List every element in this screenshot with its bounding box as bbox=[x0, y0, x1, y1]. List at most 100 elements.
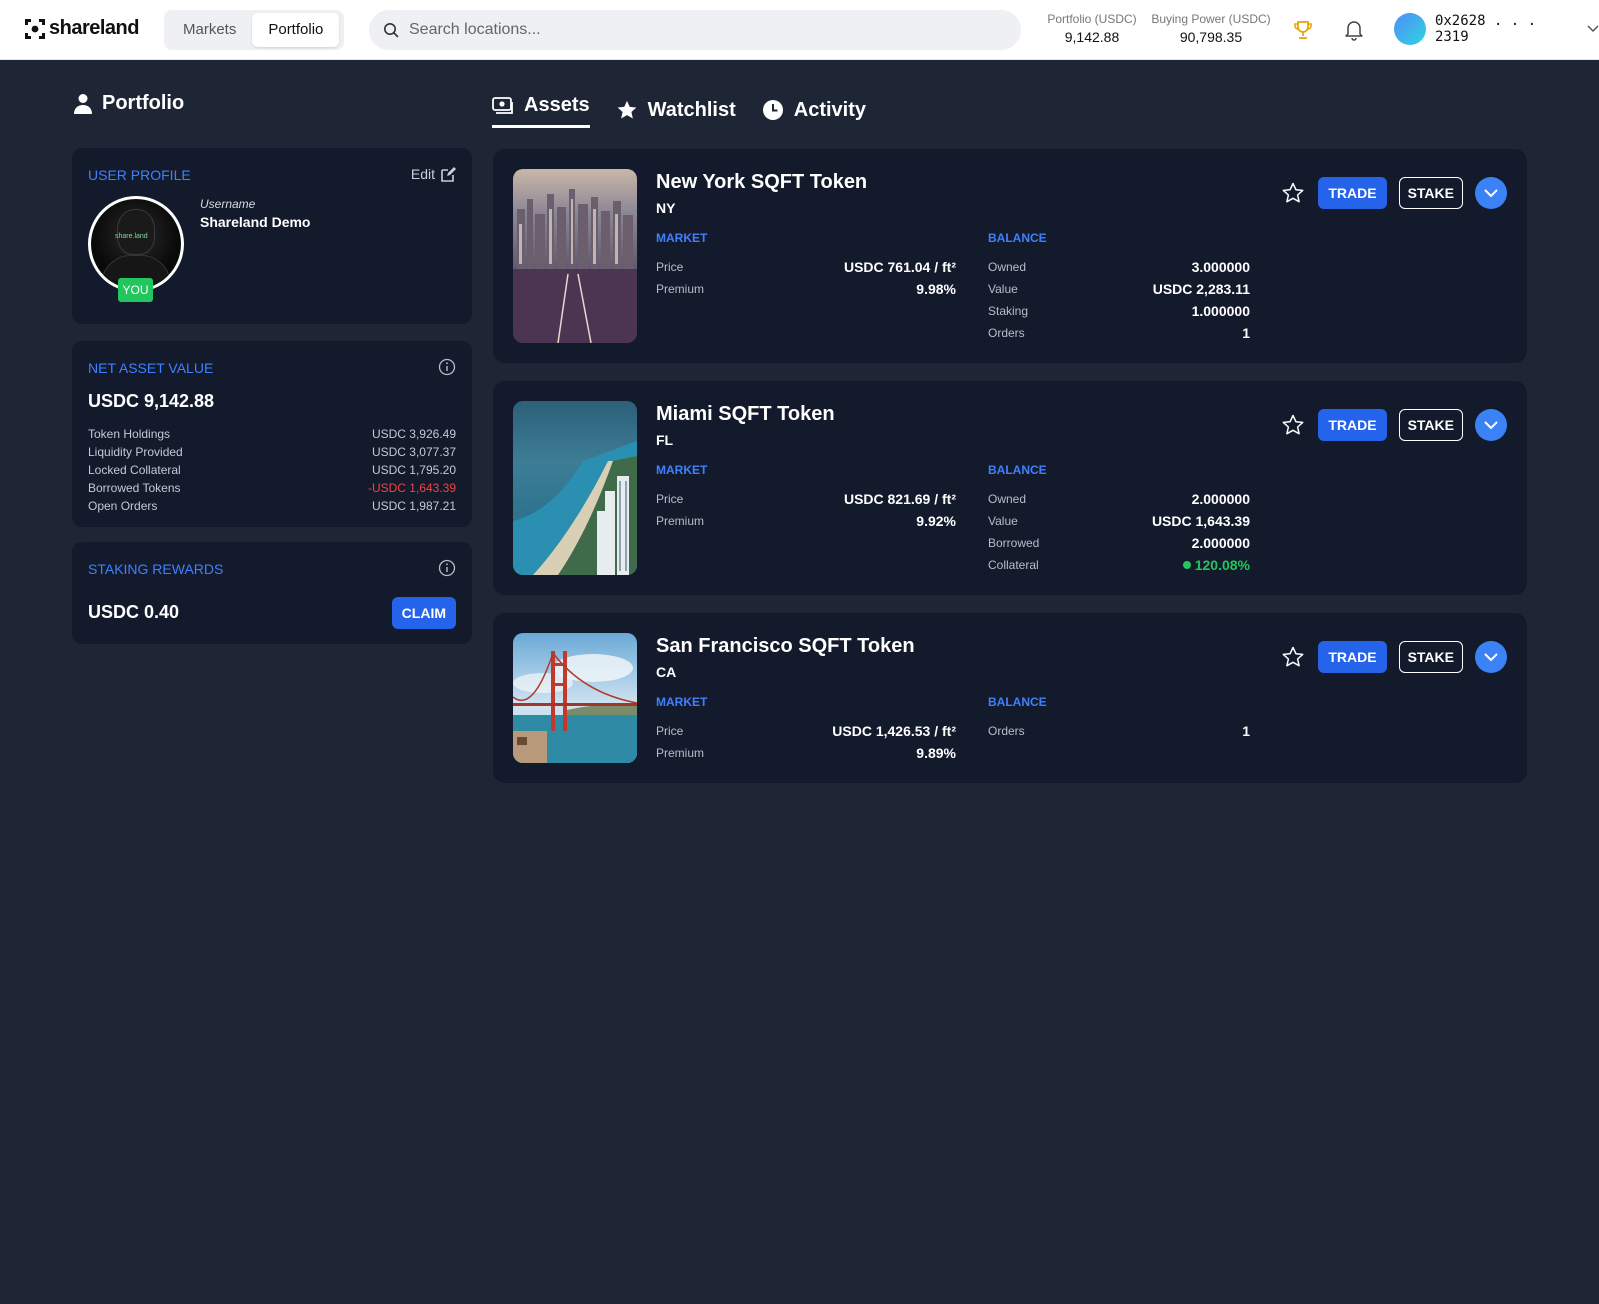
watchlist-star-icon[interactable] bbox=[1280, 412, 1306, 438]
asset-name: New York SQFT Token bbox=[656, 171, 868, 193]
tab-assets[interactable]: Assets bbox=[492, 92, 590, 128]
edit-profile-button[interactable]: Edit bbox=[411, 166, 456, 182]
net-asset-row-value: -USDC 1,643.39 bbox=[367, 481, 456, 495]
shareland-logo-icon bbox=[25, 18, 45, 39]
collateral-value: 120.08% bbox=[1182, 554, 1250, 576]
net-asset-row-value: USDC 3,077.37 bbox=[371, 445, 456, 459]
chevron-down-icon bbox=[1587, 25, 1599, 33]
bell-icon[interactable] bbox=[1344, 19, 1364, 46]
watchlist-star-icon[interactable] bbox=[1280, 644, 1306, 670]
price-value: USDC 761.04 / ft² bbox=[843, 259, 956, 275]
net-asset-row-label: Liquidity Provided bbox=[88, 445, 183, 459]
market-title: MARKET bbox=[656, 231, 708, 245]
search-input[interactable] bbox=[409, 10, 1009, 50]
stake-button[interactable]: STAKE bbox=[1398, 409, 1463, 441]
net-asset-row-value: USDC 3,926.49 bbox=[371, 427, 456, 441]
balance-label: Value bbox=[988, 282, 1018, 296]
tab-activity-label: Activity bbox=[793, 98, 867, 121]
market-price-row: Price USDC 761.04 / ft² bbox=[656, 256, 956, 278]
balance-label: Owned bbox=[988, 492, 1027, 506]
net-asset-row: Open Orders USDC 1,987.21 bbox=[88, 497, 456, 515]
net-asset-row: Locked Collateral USDC 1,795.20 bbox=[88, 461, 456, 479]
portfolio-stat-value: 9,142.88 bbox=[1064, 29, 1120, 45]
status-dot bbox=[1182, 561, 1191, 569]
price-value: USDC 1,426.53 / ft² bbox=[832, 723, 956, 739]
chevron-down-icon bbox=[1484, 420, 1498, 429]
clock-icon bbox=[762, 100, 783, 120]
asset-actions: TRADE STAKE bbox=[1280, 641, 1507, 673]
tab-watchlist-label: Watchlist bbox=[647, 98, 736, 121]
asset-state: NY bbox=[656, 200, 676, 216]
staking-rewards-total: USDC 0.40 bbox=[88, 602, 180, 622]
balance-title: BALANCE bbox=[988, 231, 1047, 245]
nav-tab-markets[interactable]: Markets bbox=[167, 13, 252, 47]
expand-button[interactable] bbox=[1475, 177, 1507, 209]
user-icon bbox=[74, 93, 92, 114]
balance-value: USDC 2,283.11 bbox=[1152, 281, 1250, 297]
asset-card-miami: Miami SQFT Token FL MARKET BALANCE Price… bbox=[493, 381, 1527, 595]
net-asset-row-label: Token Holdings bbox=[88, 427, 171, 441]
staking-rewards-title: STAKING REWARDS bbox=[88, 561, 224, 577]
stake-button[interactable]: STAKE bbox=[1398, 641, 1463, 673]
trade-button[interactable]: TRADE bbox=[1318, 409, 1387, 441]
portfolio-stat-label: Portfolio (USDC) bbox=[1047, 12, 1137, 26]
money-icon bbox=[492, 96, 513, 114]
edit-label: Edit bbox=[410, 166, 435, 182]
price-value: USDC 821.69 / ft² bbox=[843, 491, 956, 507]
asset-image-san-francisco bbox=[513, 633, 637, 763]
balance-label: Borrowed bbox=[988, 536, 1040, 550]
portfolio-stat: Portfolio (USDC) 9,142.88 bbox=[1044, 12, 1140, 45]
trade-button[interactable]: TRADE bbox=[1318, 177, 1387, 209]
price-label: Price bbox=[656, 260, 684, 274]
asset-card-new-york: New York SQFT Token NY MARKET BALANCE Pr… bbox=[493, 149, 1527, 363]
market-title: MARKET bbox=[656, 463, 708, 477]
premium-label: Premium bbox=[656, 282, 705, 296]
asset-state: FL bbox=[656, 432, 674, 448]
tab-watchlist[interactable]: Watchlist bbox=[616, 92, 736, 128]
page-title-text: Portfolio bbox=[102, 92, 185, 114]
search-bar bbox=[369, 10, 1021, 50]
balance-row: Owned 3.000000 bbox=[988, 256, 1250, 278]
net-asset-row-value: USDC 1,987.21 bbox=[371, 499, 456, 513]
wallet-menu[interactable]: 0x2628 . . . 2319 bbox=[1394, 13, 1599, 45]
asset-actions: TRADE STAKE bbox=[1280, 409, 1507, 441]
info-icon[interactable] bbox=[438, 358, 456, 376]
collateral-percent: 120.08% bbox=[1194, 557, 1250, 573]
watchlist-star-icon[interactable] bbox=[1280, 180, 1306, 206]
balance-row: Value USDC 2,283.11 bbox=[988, 278, 1250, 300]
wallet-avatar bbox=[1394, 13, 1426, 45]
claim-button[interactable]: CLAIM bbox=[391, 597, 456, 629]
star-icon bbox=[617, 100, 636, 119]
market-price-row: Price USDC 821.69 / ft² bbox=[656, 488, 956, 510]
expand-button[interactable] bbox=[1475, 409, 1507, 441]
portfolio-tabs: Assets Watchlist Activity bbox=[492, 92, 866, 128]
market-premium-row: Premium 9.98% bbox=[656, 278, 956, 300]
page-title: Portfolio bbox=[74, 92, 184, 115]
asset-image-new-york bbox=[513, 169, 637, 343]
info-icon[interactable] bbox=[438, 559, 456, 577]
balance-label: Collateral bbox=[988, 558, 1039, 572]
net-asset-row: Borrowed Tokens -USDC 1,643.39 bbox=[88, 479, 456, 497]
market-premium-row: Premium 9.92% bbox=[656, 510, 956, 532]
balance-row: Borrowed 2.000000 bbox=[988, 532, 1250, 554]
balance-row: Staking 1.000000 bbox=[988, 300, 1250, 322]
asset-actions: TRADE STAKE bbox=[1280, 177, 1507, 209]
tab-activity[interactable]: Activity bbox=[762, 92, 866, 128]
expand-button[interactable] bbox=[1475, 641, 1507, 673]
balance-label: Staking bbox=[988, 304, 1029, 318]
balance-value: 1.000000 bbox=[1191, 303, 1250, 319]
net-asset-value-card: NET ASSET VALUE USDC 9,142.88 Token Hold… bbox=[72, 341, 472, 527]
logo[interactable]: shareland bbox=[24, 17, 139, 40]
trophy-icon[interactable] bbox=[1292, 19, 1314, 46]
trade-button[interactable]: TRADE bbox=[1318, 641, 1387, 673]
balance-row: Orders 1 bbox=[988, 720, 1250, 742]
stake-button[interactable]: STAKE bbox=[1398, 177, 1463, 209]
username-value: Shareland Demo bbox=[200, 214, 311, 230]
asset-card-san-francisco: San Francisco SQFT Token CA MARKET BALAN… bbox=[493, 613, 1527, 783]
market-premium-row: Premium 9.89% bbox=[656, 742, 956, 764]
asset-name: San Francisco SQFT Token bbox=[656, 635, 915, 657]
edit-icon bbox=[441, 166, 456, 182]
market-price-row: Price USDC 1,426.53 / ft² bbox=[656, 720, 956, 742]
top-bar: shareland Markets Portfolio Portfolio (U… bbox=[0, 0, 1599, 60]
nav-tab-portfolio[interactable]: Portfolio bbox=[252, 13, 340, 47]
